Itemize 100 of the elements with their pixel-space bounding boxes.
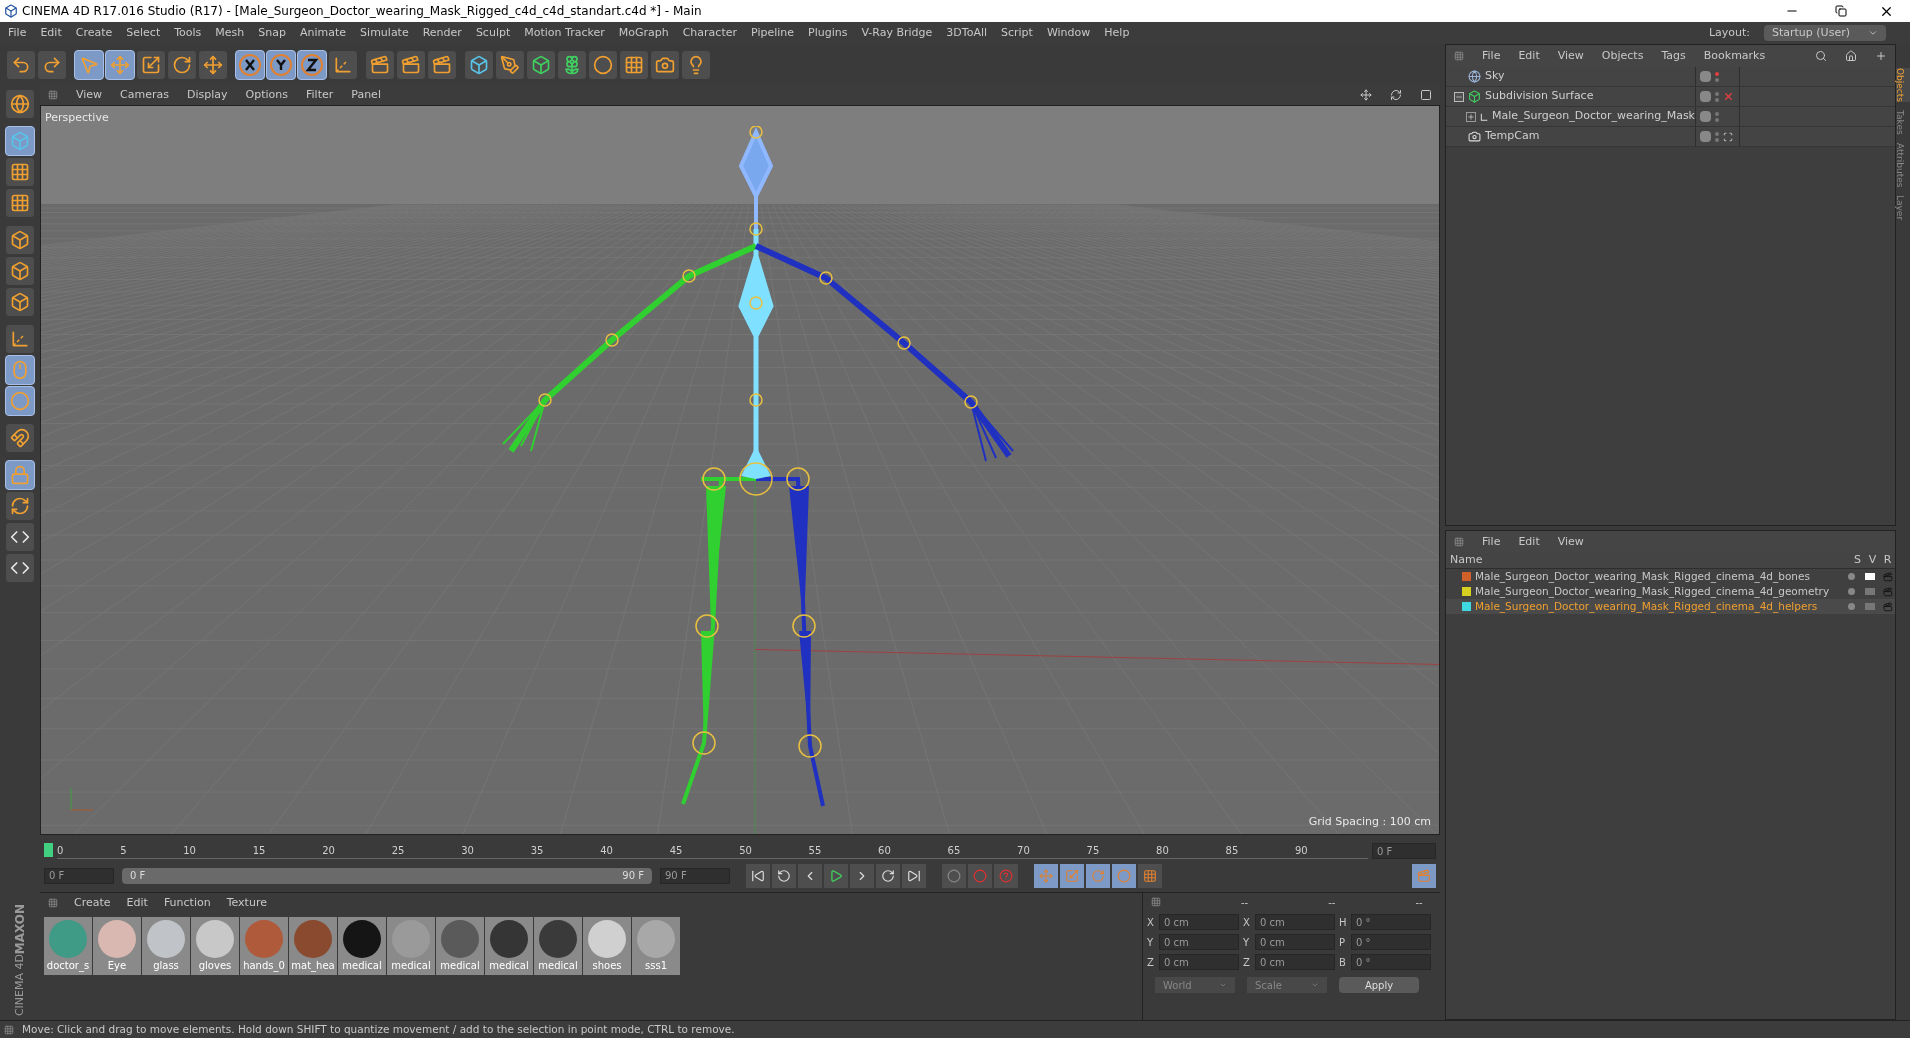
menu-item[interactable]: Render — [422, 24, 462, 42]
render-tool-button[interactable] — [396, 49, 426, 80]
menu-item[interactable]: Sculpt — [475, 24, 511, 42]
pen-tool-button[interactable] — [495, 49, 525, 80]
edges-tool-button[interactable] — [5, 256, 35, 286]
material-swatch[interactable]: medical — [485, 917, 533, 975]
material-swatch[interactable]: medical — [534, 917, 582, 975]
object-menu-item[interactable]: View — [1557, 47, 1584, 65]
render-tool-button[interactable] — [365, 49, 395, 80]
menu-item[interactable]: 3DToAll — [946, 24, 987, 42]
material-menu-item[interactable]: Function — [163, 894, 211, 912]
layout-dropdown[interactable]: Startup (User) — [1764, 25, 1886, 41]
light-tool-button[interactable] — [681, 49, 711, 80]
polygons-tool-button[interactable] — [5, 287, 35, 317]
menu-item[interactable]: Script — [1001, 24, 1033, 42]
material-swatch[interactable]: Eye — [93, 917, 141, 975]
floor-tool-button[interactable] — [619, 49, 649, 80]
material-swatch[interactable]: glass — [142, 917, 190, 975]
viewport[interactable]: Perspective Grid Spacing : 100 cm — [40, 105, 1440, 835]
menu-item[interactable]: Pipeline — [751, 24, 795, 42]
rotation-field[interactable]: 0 ° — [1351, 954, 1431, 970]
python-tool-button[interactable] — [5, 553, 35, 583]
move-tool-button[interactable] — [105, 49, 135, 80]
material-swatch[interactable]: medical — [436, 917, 484, 975]
key-filter-button[interactable] — [1138, 863, 1162, 888]
menu-item[interactable]: Motion Tracker — [524, 24, 605, 42]
object-name[interactable]: Sky — [1485, 68, 1505, 85]
menu-item[interactable]: Help — [1104, 24, 1130, 42]
timeline-button[interactable] — [1412, 863, 1436, 888]
magnet-tool-button[interactable] — [5, 423, 35, 453]
go-to-start-button[interactable] — [746, 863, 770, 888]
undo-tool-button[interactable] — [6, 49, 36, 80]
axis-lock-button[interactable] — [235, 49, 265, 80]
key-filter-button[interactable] — [1060, 863, 1084, 888]
move-icon[interactable] — [1360, 89, 1372, 101]
rotate-tool-button[interactable] — [167, 49, 197, 80]
menu-item[interactable]: Simulate — [360, 24, 409, 42]
menu-item[interactable]: Snap — [258, 24, 286, 42]
axis-tool-button[interactable] — [5, 324, 35, 354]
previous-frame-button[interactable] — [798, 863, 822, 888]
rotation-field[interactable]: 0 ° — [1351, 914, 1431, 930]
restore-icon[interactable] — [1835, 5, 1847, 17]
layer-row[interactable]: Male_Surgeon_Doctor_wearing_Mask_Rigged_cinema_4d_helpers — [1446, 599, 1895, 614]
viewport-menu-item[interactable]: View — [76, 86, 103, 104]
material-swatch[interactable]: gloves — [191, 917, 239, 975]
menu-item[interactable]: File — [8, 24, 27, 42]
next-frame-button[interactable] — [850, 863, 874, 888]
menu-item[interactable]: Tools — [174, 24, 202, 42]
grid-tool-button[interactable] — [5, 188, 35, 218]
axis-lock-button[interactable] — [297, 49, 327, 80]
select-tool-button[interactable] — [74, 49, 104, 80]
rotation-field[interactable]: 0 ° — [1351, 934, 1431, 950]
new-panel-icon[interactable] — [1875, 50, 1887, 62]
deformer-tool-button[interactable] — [588, 49, 618, 80]
size-field[interactable]: 0 cm — [1255, 914, 1335, 930]
texture-tool-button[interactable] — [5, 157, 35, 187]
key-filter-button[interactable] — [1034, 863, 1058, 888]
viewport-menu-item[interactable]: Cameras — [120, 86, 169, 104]
material-swatch[interactable]: shoes — [583, 917, 631, 975]
layer-menu-item[interactable]: File — [1482, 533, 1501, 551]
menu-item[interactable]: V-Ray Bridge — [861, 24, 933, 42]
material-swatch[interactable]: medical — [387, 917, 435, 975]
size-field[interactable]: 0 cm — [1255, 954, 1335, 970]
collapse-toggle[interactable] — [1454, 91, 1464, 102]
redo-tool-button[interactable] — [37, 49, 67, 80]
object-menu-item[interactable]: Edit — [1518, 47, 1540, 65]
position-field[interactable]: 0 cm — [1159, 934, 1239, 950]
flower-tool-button[interactable] — [557, 49, 587, 80]
material-swatch[interactable]: doctor_s — [44, 917, 92, 975]
object-menu-item[interactable]: Objects — [1601, 47, 1644, 65]
current-frame-field[interactable]: 0 F — [1372, 843, 1436, 859]
cube-tool-button[interactable] — [464, 49, 494, 80]
object-menu-item[interactable]: Bookmarks — [1703, 47, 1766, 65]
viewport-menu-item[interactable]: Display — [187, 86, 228, 104]
key-filter-button[interactable] — [1086, 863, 1110, 888]
menu-item[interactable]: Plugins — [808, 24, 848, 42]
scale-tool-button[interactable] — [136, 49, 166, 80]
move-tool-button[interactable] — [198, 49, 228, 80]
menu-item[interactable]: Animate — [300, 24, 347, 42]
side-tab[interactable]: Layer — [1896, 195, 1910, 221]
menu-item[interactable]: Mesh — [215, 24, 245, 42]
apply-button[interactable]: Apply — [1339, 977, 1419, 993]
python-tool-button[interactable] — [5, 522, 35, 552]
frame-range-bar[interactable]: 0 F 90 F — [122, 867, 652, 884]
position-field[interactable]: 0 cm — [1159, 954, 1239, 970]
start-frame-field[interactable]: 0 F — [44, 867, 114, 884]
search-icon[interactable] — [1815, 50, 1827, 62]
globe-tool-button[interactable] — [5, 89, 35, 119]
menu-item[interactable]: Edit — [40, 24, 62, 42]
play-button[interactable] — [824, 863, 848, 888]
layer-menu-item[interactable]: Edit — [1518, 533, 1540, 551]
expand-toggle[interactable] — [1466, 111, 1476, 122]
gridrot-tool-button[interactable] — [5, 491, 35, 521]
menu-item[interactable]: Select — [126, 24, 161, 42]
home-icon[interactable] — [1845, 50, 1857, 62]
material-swatch[interactable]: hands_0 — [240, 917, 288, 975]
size-field[interactable]: 0 cm — [1255, 934, 1335, 950]
position-field[interactable]: 0 cm — [1159, 914, 1239, 930]
layer-menu-item[interactable]: View — [1557, 533, 1584, 551]
viewport-menu-item[interactable]: Options — [245, 86, 288, 104]
